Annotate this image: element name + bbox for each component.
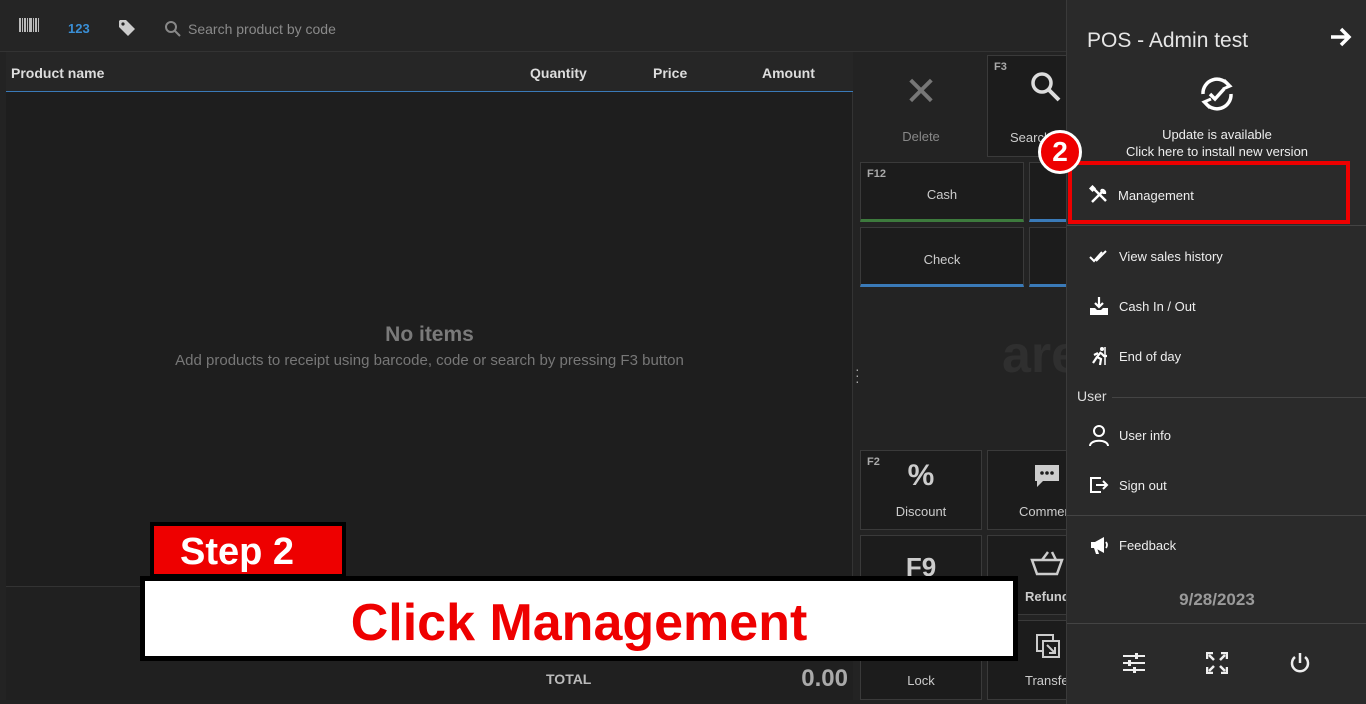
arrow-right-icon[interactable] <box>1329 24 1353 55</box>
divider <box>1067 623 1366 624</box>
side-menu: POS - Admin test Update is available Cli… <box>1066 0 1366 704</box>
col-amount[interactable]: Amount <box>762 65 815 81</box>
top-bar: 123 <box>0 0 1066 52</box>
cash-key: F12 <box>867 168 886 180</box>
menu-item-end-of-day[interactable]: End of day <box>1067 336 1366 376</box>
empty-subtitle: Add products to receipt using barcode, c… <box>175 352 684 369</box>
menu-item-feedback[interactable]: Feedback <box>1067 525 1366 565</box>
update-line2[interactable]: Click here to install new version <box>1067 144 1366 159</box>
power-icon[interactable] <box>1286 652 1314 680</box>
menu-item-cash-in-out[interactable]: Cash In / Out <box>1067 286 1366 326</box>
end-of-day-label: End of day <box>1119 349 1182 364</box>
runner-icon <box>1089 346 1109 366</box>
check-label: Check <box>923 252 961 267</box>
splitter-handle[interactable]: · · · <box>855 362 860 388</box>
divider <box>1067 515 1366 516</box>
delete-label: Delete <box>902 129 940 144</box>
receipt-panel: Product name Quantity Price Amount No it… <box>6 52 853 586</box>
discount-label: Discount <box>895 504 947 519</box>
settings-sliders-icon[interactable] <box>1120 652 1148 680</box>
magnifier-icon <box>1006 70 1068 111</box>
management-highlight-box <box>1068 161 1350 224</box>
search-bar <box>162 18 562 40</box>
menu-item-sign-out[interactable]: Sign out <box>1067 465 1366 505</box>
menu-title: POS - Admin test <box>1087 29 1249 52</box>
current-date: 9/28/2023 <box>1179 590 1255 609</box>
view-sales-history-label: View sales history <box>1119 249 1223 264</box>
lock-label: Lock <box>907 673 935 688</box>
step-label: Step 2 <box>180 531 295 573</box>
user-info-label: User info <box>1119 428 1172 443</box>
instruction-text: Click Management <box>350 594 808 652</box>
menu-item-view-sales-history[interactable]: View sales history <box>1067 236 1366 276</box>
payment-button-4[interactable] <box>1029 227 1069 287</box>
double-check-icon <box>1089 246 1109 266</box>
sign-out-label: Sign out <box>1119 478 1167 493</box>
code-mode-button[interactable]: 123 <box>68 21 90 36</box>
menu-item-user-info[interactable]: User info <box>1067 415 1366 455</box>
cash-button[interactable]: F12 Cash <box>860 162 1024 222</box>
cash-in-out-label: Cash In / Out <box>1119 299 1196 314</box>
discount-button[interactable]: F2 % Discount <box>860 450 982 530</box>
fullscreen-icon[interactable] <box>1203 651 1231 680</box>
comment-button[interactable]: Comment <box>987 450 1069 530</box>
col-quantity[interactable]: Quantity <box>530 65 587 81</box>
comment-label: Comment <box>1019 504 1068 519</box>
step-label-box: Step 2 <box>150 522 346 578</box>
user-icon <box>1089 425 1109 447</box>
update-line1[interactable]: Update is available <box>1067 127 1366 142</box>
tag-icon[interactable] <box>118 19 136 40</box>
transfer-label: Transfer <box>1025 673 1069 688</box>
step-number-badge: 2 <box>1038 130 1082 174</box>
col-product-name[interactable]: Product name <box>11 65 104 81</box>
user-section-header: User <box>1077 388 1107 404</box>
refund-label: Refund <box>1025 589 1069 604</box>
download-tray-icon <box>1089 296 1109 316</box>
percent-icon: % <box>907 459 935 492</box>
close-icon: ✕ <box>904 70 938 114</box>
refund-basket-icon <box>1030 550 1064 583</box>
instruction-box: Click Management <box>140 576 1018 661</box>
search-input[interactable] <box>188 18 548 40</box>
transfer-icon <box>1034 633 1062 666</box>
search-icon <box>165 21 181 37</box>
delete-button[interactable]: ✕ Delete <box>860 55 982 155</box>
receipt-header: Product name Quantity Price Amount <box>6 52 853 92</box>
search-key: F3 <box>994 61 1007 73</box>
empty-title: No items <box>385 323 474 346</box>
cash-label: Cash <box>926 187 958 202</box>
col-price[interactable]: Price <box>653 65 687 81</box>
sign-out-icon <box>1089 475 1109 495</box>
pos-app: 123 Product name Quantity Price Amount N… <box>0 0 1366 704</box>
check-button[interactable]: Check <box>860 227 1024 287</box>
update-sync-icon[interactable] <box>1195 72 1239 116</box>
total-value: 0.00 <box>801 665 848 692</box>
barcode-icon[interactable] <box>19 18 41 35</box>
megaphone-icon <box>1089 535 1109 555</box>
feedback-label: Feedback <box>1119 538 1177 553</box>
comment-icon <box>1032 463 1062 496</box>
divider <box>1112 397 1366 398</box>
total-label: TOTAL <box>546 671 592 687</box>
divider <box>1067 225 1366 226</box>
